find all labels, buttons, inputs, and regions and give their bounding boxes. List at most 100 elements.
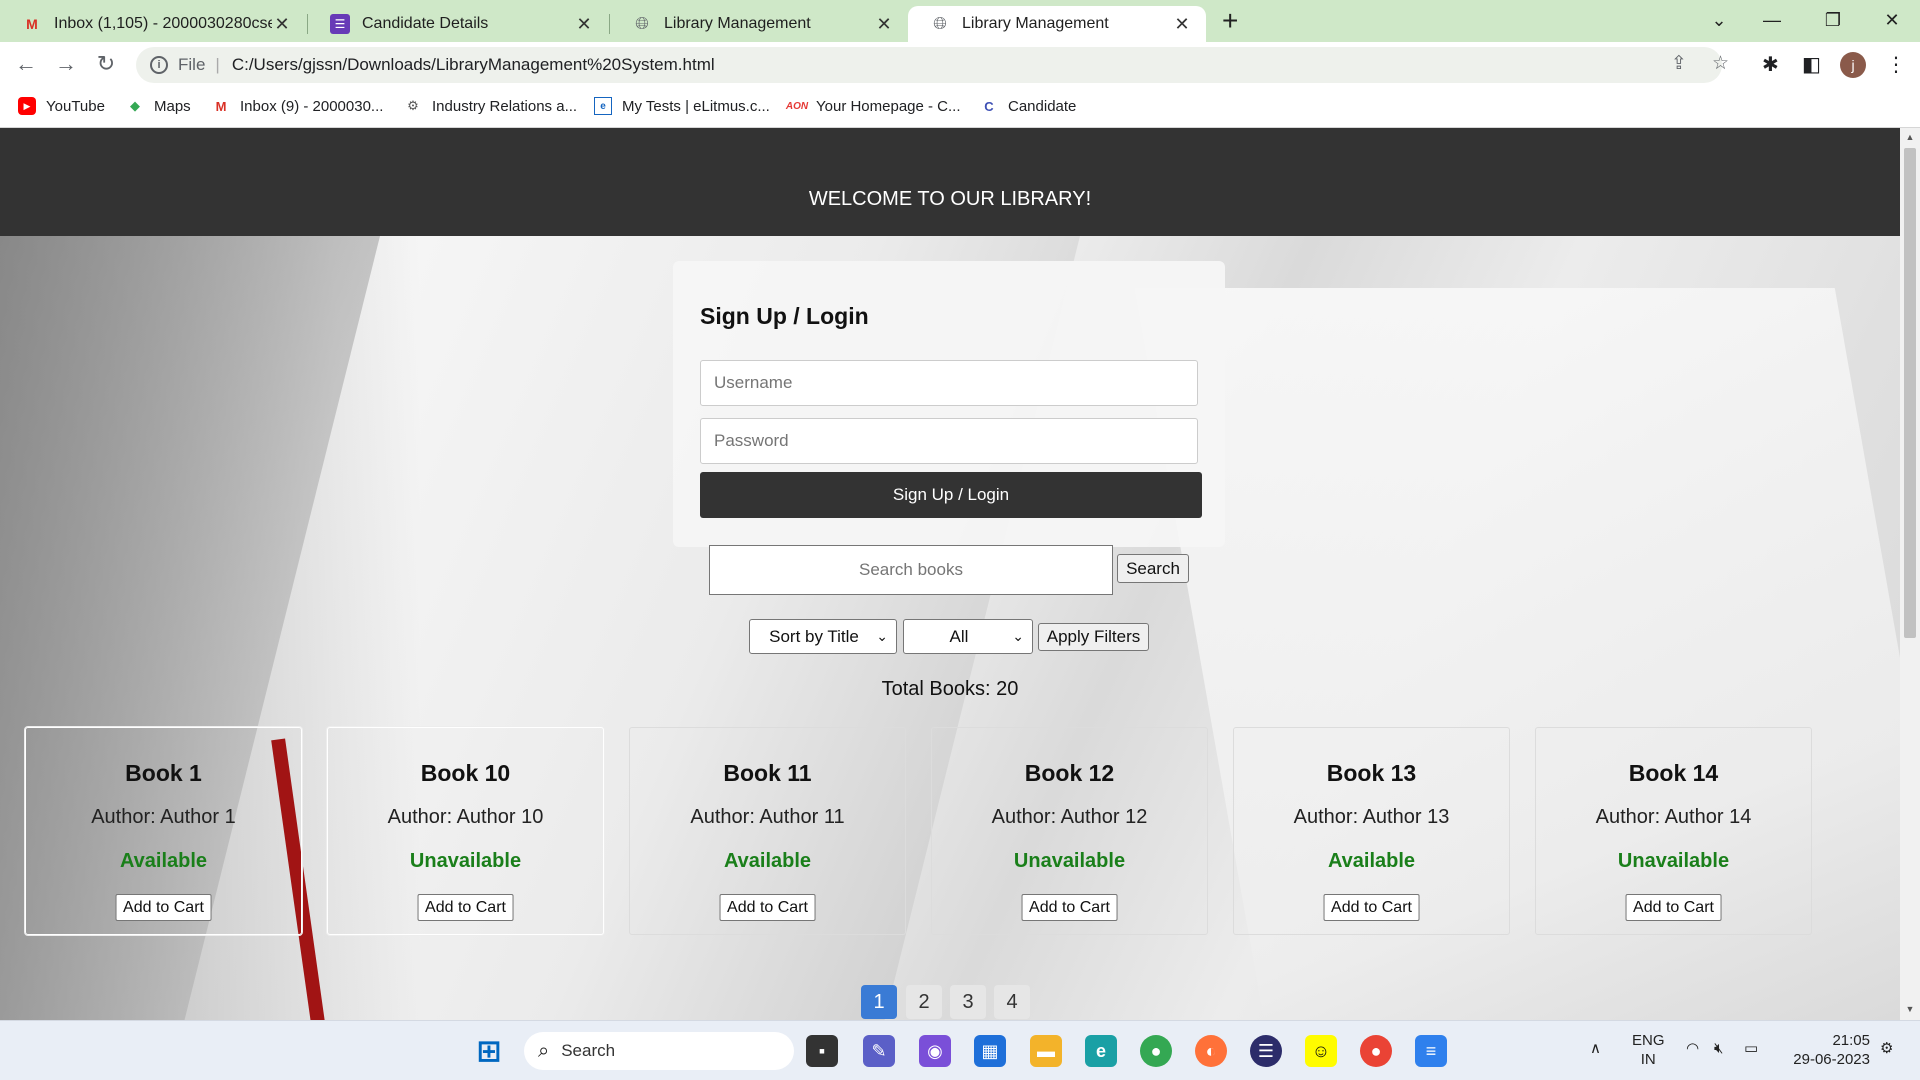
- taskbar-search-box[interactable]: ⌕ Search: [524, 1032, 794, 1070]
- add-to-cart-button[interactable]: Add to Cart: [719, 894, 816, 921]
- bookmark-industry-relations[interactable]: ⚙ Industry Relations a...: [404, 97, 577, 115]
- windows-start-icon[interactable]: ⊞: [473, 1035, 505, 1068]
- windows-taskbar: ⊞ ⌕ Search ▪ ✎ ◉ ▦ ▬ e ● ◐ ☰ ☺ ● ≡ ∧ ENG…: [0, 1020, 1920, 1080]
- search-books-input[interactable]: Search books: [709, 545, 1113, 595]
- restore-button[interactable]: ❐: [1813, 4, 1853, 36]
- book-card: Book 10 Author: Author 10 Unavailable Ad…: [327, 727, 604, 935]
- eclipse-icon[interactable]: ☰: [1250, 1035, 1282, 1067]
- candidate-icon: C: [984, 98, 994, 114]
- youtube-icon: ▶: [18, 97, 36, 115]
- sort-select[interactable]: Sort by Title ⌄: [749, 619, 897, 654]
- firefox-icon[interactable]: ◐: [1195, 1035, 1227, 1067]
- add-to-cart-button[interactable]: Add to Cart: [1021, 894, 1118, 921]
- add-to-cart-button[interactable]: Add to Cart: [1323, 894, 1420, 921]
- availability-select[interactable]: All ⌄: [903, 619, 1033, 654]
- login-button[interactable]: Sign Up / Login: [700, 472, 1202, 518]
- book-author: Author: Author 13: [1293, 806, 1450, 828]
- chrome-profile-icon[interactable]: ●: [1360, 1035, 1392, 1067]
- share-icon[interactable]: ⇪: [1671, 52, 1687, 75]
- bookmark-homepage[interactable]: AON Your Homepage - C...: [786, 97, 961, 115]
- tab-library-management[interactable]: 🌐︎ Library Management ✕: [610, 6, 908, 42]
- add-to-cart-button[interactable]: Add to Cart: [1625, 894, 1722, 921]
- search-button[interactable]: Search: [1117, 554, 1189, 583]
- book-author: Author: Author 12: [991, 806, 1148, 828]
- book-author: Author: Author 14: [1595, 806, 1752, 828]
- close-icon[interactable]: ✕: [574, 14, 594, 35]
- side-panel-icon[interactable]: ◧: [1802, 52, 1821, 77]
- book-title: Book 14: [1628, 760, 1719, 786]
- volume-muted-icon[interactable]: 🔇︎: [1714, 1039, 1723, 1058]
- file-explorer-icon[interactable]: ▬: [1030, 1035, 1062, 1067]
- snapchat-icon[interactable]: ☺: [1305, 1035, 1337, 1067]
- add-to-cart-button[interactable]: Add to Cart: [115, 894, 212, 921]
- back-icon[interactable]: ←: [12, 50, 40, 78]
- login-panel: Sign Up / Login Username Password Sign U…: [673, 261, 1225, 547]
- tab-library-management-active[interactable]: 🌐︎ Library Management ✕: [908, 6, 1206, 42]
- tab-inbox[interactable]: M Inbox (1,105) - 2000030280cse@ ✕: [0, 6, 306, 42]
- new-tab-button[interactable]: +: [1222, 6, 1238, 36]
- book-author: Author: Author 1: [91, 806, 236, 828]
- page-button-3[interactable]: 3: [950, 985, 986, 1019]
- page-button-1[interactable]: 1: [861, 985, 897, 1019]
- close-icon[interactable]: ✕: [272, 14, 292, 35]
- bookmark-elitmus[interactable]: e My Tests | eLitmus.c...: [594, 97, 770, 115]
- task-view-icon[interactable]: ▪: [806, 1035, 838, 1067]
- notepad-icon[interactable]: ≡: [1415, 1035, 1447, 1067]
- page-button-2[interactable]: 2: [906, 985, 942, 1019]
- bookmark-youtube[interactable]: ▶ YouTube: [18, 97, 105, 115]
- book-card: Book 11 Author: Author 11 Available Add …: [629, 727, 906, 935]
- store-icon[interactable]: ▦: [974, 1035, 1006, 1067]
- password-input[interactable]: Password: [700, 418, 1198, 464]
- page-scrollbar[interactable]: ▲ ▼: [1900, 128, 1920, 1020]
- menu-icon[interactable]: ⋮: [1886, 52, 1906, 77]
- bookmark-inbox[interactable]: M Inbox (9) - 2000030...: [212, 97, 384, 115]
- minimize-button[interactable]: —: [1752, 4, 1792, 36]
- info-icon[interactable]: i: [150, 56, 168, 74]
- close-icon[interactable]: ✕: [1172, 14, 1192, 35]
- star-icon[interactable]: ☆: [1712, 52, 1729, 75]
- add-to-cart-button[interactable]: Add to Cart: [417, 894, 514, 921]
- globe-icon: 🌐︎: [933, 14, 947, 33]
- taskbar-search-label: Search: [561, 1041, 616, 1060]
- book-card: Book 12 Author: Author 12 Unavailable Ad…: [931, 727, 1208, 935]
- notifications-icon[interactable]: ⚙: [1880, 1039, 1893, 1058]
- edge-icon[interactable]: e: [1085, 1035, 1117, 1067]
- clock[interactable]: 21:05 29-06-2023: [1786, 1031, 1870, 1069]
- bookmark-label: YouTube: [46, 97, 105, 115]
- forward-icon[interactable]: →: [52, 50, 80, 78]
- scroll-up-arrow-icon[interactable]: ▲: [1900, 132, 1920, 142]
- tab-search-chevron-icon[interactable]: ⌄: [1699, 4, 1739, 36]
- gmail-icon: M: [26, 16, 38, 32]
- close-window-button[interactable]: ✕: [1872, 4, 1912, 36]
- chrome-icon[interactable]: ●: [1140, 1035, 1172, 1067]
- tab-title: Library Management: [962, 15, 1109, 32]
- globe-icon: 🌐︎: [635, 14, 649, 33]
- meet-icon[interactable]: ◉: [919, 1035, 951, 1067]
- teams-chat-icon[interactable]: ✎: [863, 1035, 895, 1067]
- page-button-4[interactable]: 4: [994, 985, 1030, 1019]
- book-title: Book 11: [723, 760, 812, 786]
- avatar[interactable]: j: [1840, 52, 1866, 78]
- tab-candidate-details[interactable]: ☰ Candidate Details ✕: [308, 6, 608, 42]
- close-icon[interactable]: ✕: [874, 14, 894, 35]
- username-input[interactable]: Username: [700, 360, 1198, 406]
- scrollbar-thumb[interactable]: [1904, 148, 1916, 638]
- show-hidden-icons-chevron-icon[interactable]: ∧: [1590, 1039, 1601, 1058]
- battery-icon[interactable]: ▭: [1744, 1039, 1758, 1058]
- bookmark-candidate[interactable]: C Candidate: [980, 97, 1076, 115]
- page-viewport: WELCOME TO OUR LIBRARY! Sign Up / Login …: [0, 128, 1920, 1020]
- book-status: Unavailable: [409, 850, 522, 872]
- bookmark-label: Industry Relations a...: [432, 97, 578, 115]
- chevron-down-icon: ⌄: [1012, 628, 1024, 644]
- bookmark-maps[interactable]: ◆ Maps: [126, 97, 191, 115]
- book-author: Author: Author 10: [387, 806, 544, 828]
- input-language-indicator[interactable]: ENG IN: [1632, 1031, 1665, 1069]
- extensions-icon[interactable]: ✱: [1762, 52, 1779, 77]
- search-icon: ⌕: [538, 1039, 550, 1062]
- scroll-down-arrow-icon[interactable]: ▼: [1900, 1004, 1920, 1014]
- wifi-icon[interactable]: ◠: [1686, 1039, 1699, 1058]
- address-bar[interactable]: i File | C:/Users/gjssn/Downloads/Librar…: [136, 47, 1722, 83]
- apply-filters-button[interactable]: Apply Filters: [1038, 623, 1149, 651]
- page-header: WELCOME TO OUR LIBRARY!: [0, 128, 1900, 236]
- reload-icon[interactable]: ↻: [92, 50, 120, 78]
